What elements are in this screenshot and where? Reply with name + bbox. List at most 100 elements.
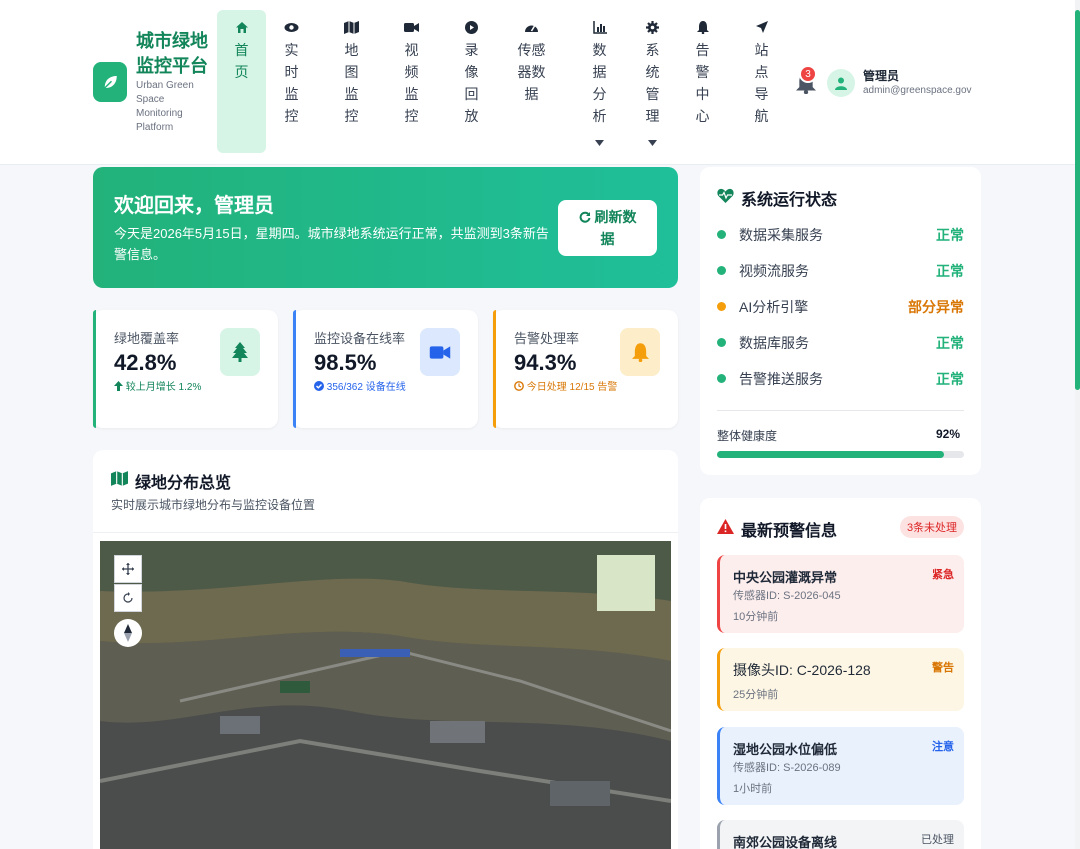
status-dot <box>717 338 726 347</box>
brand-subtitle: Urban Green Space Monitoring Platform <box>136 80 194 133</box>
alert-time: 25分钟前 <box>733 689 779 701</box>
alert-sensor-id: 传感器ID: S-2026-089 <box>733 762 841 774</box>
satellite-map-view[interactable] <box>100 541 671 849</box>
nav-label: 站点导航 <box>754 42 769 124</box>
stat-value: 42.8% <box>114 350 177 375</box>
nav-map-monitor[interactable]: 地图监控 <box>327 10 376 153</box>
unhandled-alerts-badge: 3条未处理 <box>900 516 964 538</box>
user-email: admin@greenspace.gov <box>863 85 972 96</box>
stat-label: 告警处理率 <box>514 331 580 346</box>
stat-value: 98.5% <box>314 350 377 375</box>
service-state: 正常 <box>936 263 964 279</box>
nav-video-monitor[interactable]: 视频监控 <box>387 10 436 153</box>
alert-level: 警告 <box>932 662 954 674</box>
map-icon <box>111 471 128 491</box>
clock-icon <box>514 381 524 391</box>
stat-foot: 较上月增长 1.2% <box>114 381 224 395</box>
chevron-down-icon <box>595 133 604 151</box>
nav-label: 数据分析 <box>592 42 607 124</box>
status-dot <box>717 230 726 239</box>
play-icon <box>465 19 478 35</box>
alert-time: 10分钟前 <box>733 611 779 623</box>
minimap-overview[interactable] <box>597 555 655 611</box>
map-overview-panel: 绿地分布总览 实时展示城市绿地分布与监控设备位置 <box>93 450 678 849</box>
alert-item[interactable]: 摄像头ID: C-2026-128 警告 25分钟前 <box>717 648 964 711</box>
nav-alert-center[interactable]: 告警中心 <box>678 10 727 153</box>
nav-realtime-monitor[interactable]: 实时监控 <box>267 10 316 153</box>
nav-label: 地图监控 <box>344 42 359 124</box>
stat-card-device-online: 监控设备在线率 98.5% 356/362 设备在线 <box>293 310 478 428</box>
health-progress-fill <box>717 451 945 458</box>
alert-item[interactable]: 湿地公园水位偏低 注意 传感器ID: S-2026-089 1小时前 <box>717 727 964 805</box>
nav-site-navigation[interactable]: 站点导航 <box>737 10 786 153</box>
top-header: 城市绿地监控平台 Urban Green Space Monitoring Pl… <box>0 0 1080 165</box>
scrollbar-thumb[interactable] <box>1075 10 1080 390</box>
nav-home[interactable]: 首页 <box>217 10 266 153</box>
map-title: 绿地分布总览 <box>135 475 232 492</box>
gear-icon <box>646 19 659 35</box>
bell-icon <box>620 328 660 376</box>
stat-label: 监控设备在线率 <box>314 331 406 346</box>
service-name: 数据采集服务 <box>739 227 823 243</box>
stat-foot: 今日处理 12/15 告警 <box>514 381 624 395</box>
latest-alerts-panel: 最新预警信息 3条未处理 中央公园灌溉异常 紧急 传感器ID: S-2026-0… <box>700 498 981 849</box>
service-name: AI分析引擎 <box>739 299 809 315</box>
nav-recording-playback[interactable]: 录像回放 <box>447 10 496 153</box>
service-state: 部分异常 <box>908 299 964 315</box>
stat-foot-text: 今日处理 12/15 告警 <box>526 382 618 393</box>
alert-item[interactable]: 南郊公园设备离线 已处理 <box>717 820 964 849</box>
nav-label: 实时监控 <box>284 42 299 124</box>
system-status-title: 系统运行状态 <box>741 192 838 209</box>
service-state: 正常 <box>936 371 964 387</box>
rotate-control-icon[interactable] <box>114 584 142 612</box>
tree-icon <box>220 328 260 376</box>
alert-title: 南郊公园设备离线 <box>733 835 838 849</box>
warning-triangle-icon <box>717 519 734 539</box>
service-row: AI分析引擎 部分异常 <box>717 296 964 316</box>
bar-chart-icon <box>592 19 607 35</box>
notification-badge: 3 <box>799 65 817 83</box>
service-state: 正常 <box>936 335 964 351</box>
nav-label: 录像回放 <box>464 42 479 124</box>
system-status-panel: 系统运行状态 数据采集服务 正常 视频流服务 正常 AI分析引擎 部分异常 数据… <box>700 167 981 475</box>
welcome-text: 今天是2026年5月15日，星期四。城市绿地系统运行正常，共监测到3条新告警信息… <box>114 226 549 262</box>
nav-label: 告警中心 <box>695 42 710 124</box>
check-circle-icon <box>314 381 324 391</box>
divider <box>717 410 964 411</box>
health-value: 92% <box>936 427 961 441</box>
brand-title: 城市绿地监控平台 <box>136 31 208 76</box>
status-dot <box>717 266 726 275</box>
refresh-icon <box>579 211 590 223</box>
video-icon <box>404 19 419 35</box>
video-icon <box>420 328 460 376</box>
stat-foot-text: 356/362 设备在线 <box>326 382 406 393</box>
gauge-icon <box>524 19 539 35</box>
stat-accent-bar <box>93 310 96 428</box>
user-avatar-icon[interactable] <box>827 69 855 97</box>
nav-data-analysis[interactable]: 数据分析 <box>575 10 624 153</box>
status-dot <box>717 374 726 383</box>
chevron-down-icon <box>648 133 657 151</box>
refresh-label: 刷新数据 <box>594 209 637 247</box>
user-name[interactable]: 管理员 <box>863 67 899 84</box>
stat-value: 94.3% <box>514 350 577 375</box>
alert-level: 紧急 <box>932 569 954 581</box>
nav-label: 传感器数据 <box>517 42 546 102</box>
alert-item[interactable]: 中央公园灌溉异常 紧急 传感器ID: S-2026-045 10分钟前 <box>717 555 964 633</box>
stat-accent-bar <box>493 310 496 428</box>
satellite-imagery <box>100 541 671 849</box>
service-name: 视频流服务 <box>739 263 809 279</box>
alert-title: 摄像头ID: C-2026-128 <box>733 662 871 678</box>
welcome-title: 欢迎回来，管理员 <box>114 195 274 217</box>
nav-label: 视频监控 <box>404 42 419 124</box>
bell-icon <box>696 19 709 35</box>
map-subtitle: 实时展示城市绿地分布与监控设备位置 <box>111 498 316 512</box>
nav-sensor-data[interactable]: 传感器数据 <box>507 10 556 153</box>
compass-icon[interactable] <box>114 619 142 647</box>
stat-foot: 356/362 设备在线 <box>314 381 424 395</box>
alert-sensor-id: 传感器ID: S-2026-045 <box>733 590 841 602</box>
nav-system-management[interactable]: 系统管理 <box>628 10 677 153</box>
refresh-data-button[interactable]: 刷新数据 <box>558 200 657 256</box>
service-row: 视频流服务 正常 <box>717 260 964 280</box>
pan-control-icon[interactable] <box>114 555 142 583</box>
